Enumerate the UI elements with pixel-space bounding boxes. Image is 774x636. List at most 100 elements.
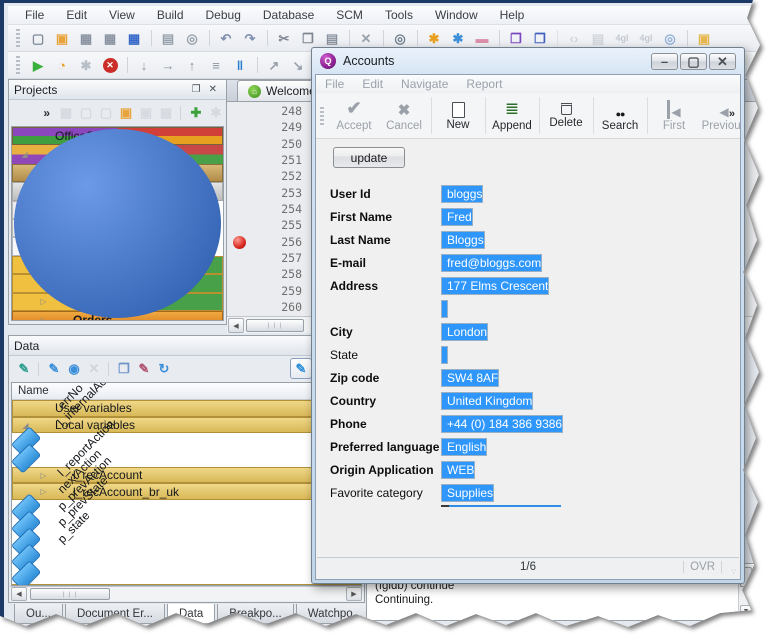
maximize-button[interactable]: ▢	[680, 53, 707, 70]
scroll-left-icon[interactable]: ◀	[228, 318, 244, 333]
redo-icon[interactable]: ↷	[239, 27, 261, 49]
origin-application-field[interactable]: WEB ▼	[441, 461, 475, 479]
step-out-icon[interactable]: ↑	[181, 54, 203, 76]
dialog-toolbar-button[interactable]: First	[649, 93, 699, 138]
scroll-down-icon[interactable]: ▼	[740, 605, 752, 618]
dialog-toolbar-button[interactable]: New	[433, 93, 483, 138]
clean-icon[interactable]: ▬	[471, 27, 493, 49]
resize-grip-icon[interactable]: ∵	[732, 568, 737, 576]
editor-line[interactable]: 248	[227, 104, 311, 120]
address2-field[interactable]: ▼	[441, 300, 448, 318]
print-preview-icon[interactable]: ◎	[181, 27, 203, 49]
editor-line[interactable]: 249	[227, 120, 311, 136]
last-name-field[interactable]: Bloggs ▼	[441, 231, 485, 249]
format-hex-icon[interactable]: ✎	[14, 359, 34, 379]
menu-item[interactable]: File	[14, 6, 55, 25]
application-node-icon[interactable]: ✱	[206, 103, 226, 123]
bottom-tab[interactable]: Ou...	[14, 604, 63, 624]
jump-back-icon[interactable]: ↘	[287, 54, 309, 76]
workspace-folder-icon[interactable]: ▣	[693, 27, 715, 49]
breakpoint-icon[interactable]	[233, 236, 246, 249]
link-files-icon[interactable]: ▦	[56, 103, 76, 123]
email-field[interactable]: fred@bloggs.com ▼	[441, 254, 542, 272]
profile-icon[interactable]: ◔	[51, 54, 73, 76]
menu-item[interactable]: Debug	[195, 6, 252, 25]
editor-line[interactable]: 259	[227, 284, 311, 300]
menu-item[interactable]: Build	[146, 6, 195, 25]
new-module-icon[interactable]: ❐	[505, 27, 527, 49]
menu-item[interactable]: Edit	[55, 6, 98, 25]
find-in-files-icon[interactable]: ◎	[389, 27, 411, 49]
dialog-toolbar-button[interactable]: Delete	[541, 93, 591, 138]
float-panel-icon[interactable]: ❐	[188, 84, 205, 95]
editor-line[interactable]: 253	[227, 186, 311, 202]
toolbar-grip[interactable]	[320, 107, 324, 125]
edit-variable-button[interactable]: ✎	[290, 358, 312, 379]
paste-icon[interactable]: ▤	[321, 27, 343, 49]
tree-item[interactable]: Account.4prg	[12, 237, 56, 255]
dialog-toolbar-button[interactable]: Cancel	[379, 93, 429, 138]
state-field[interactable]: ▼	[441, 346, 448, 364]
new-virtual-folder-icon[interactable]: ▢	[96, 103, 116, 123]
scrollbar-thumb[interactable]: ❘❘❘	[30, 588, 110, 600]
country-select[interactable]: United Kingdom ▼	[441, 392, 533, 410]
editor-line[interactable]: 250	[227, 137, 311, 153]
undo-icon[interactable]: ↶	[215, 27, 237, 49]
run-icon[interactable]: ▶	[27, 54, 49, 76]
link-4gl-icon[interactable]: 4gl	[635, 27, 657, 49]
expander-icon[interactable]: ▷	[37, 297, 50, 306]
dialog-toolbar-button[interactable]: Search	[595, 93, 645, 138]
open-icon[interactable]: ▣	[51, 27, 73, 49]
add-watch-icon[interactable]: ✎	[44, 359, 64, 379]
dialog-toolbar-button[interactable]: Append	[487, 93, 537, 138]
zip-code-field[interactable]: SW4 8AF ▼	[441, 369, 499, 387]
save-all-icon[interactable]: ▦	[123, 27, 145, 49]
editor-line[interactable]: 258	[227, 267, 311, 283]
favorite-category-select[interactable]: Supplies ▼	[441, 484, 494, 502]
expander-icon[interactable]: ◢	[18, 150, 31, 159]
editor-line[interactable]: 255	[227, 218, 311, 234]
menu-item[interactable]: SCM	[325, 6, 374, 25]
preferred-language-field[interactable]: English ▼	[441, 438, 487, 456]
scroll-left-icon[interactable]: ◀	[11, 587, 27, 601]
doc-generate-icon[interactable]: ▤	[587, 27, 609, 49]
user-id-field[interactable]: bloggs ▼	[441, 185, 483, 203]
copy-value-icon[interactable]: ❐	[114, 359, 134, 379]
close-panel-icon[interactable]: ✕	[205, 84, 221, 95]
overflow-chevron-icon[interactable]: »	[729, 108, 735, 120]
add-global-watch-icon[interactable]: ◉	[64, 359, 84, 379]
editor-line[interactable]: 256	[227, 235, 311, 251]
editor-line[interactable]: 252	[227, 169, 311, 185]
debug-bug-icon[interactable]: ✱	[75, 54, 97, 76]
form-preview-icon[interactable]: ◎	[659, 27, 681, 49]
address-field[interactable]: 177 Elms Crescent ▼	[441, 277, 549, 295]
scroll-right-icon[interactable]: ▶	[346, 587, 362, 601]
city-field[interactable]: London ▼	[441, 323, 488, 341]
run-to-line-icon[interactable]: ≡	[205, 54, 227, 76]
menu-item[interactable]: Window	[424, 6, 489, 25]
open-folder-icon[interactable]: ▣	[116, 103, 136, 123]
data-hscrollbar[interactable]: ◀ ❘❘❘ ▶	[10, 586, 363, 601]
new-group-icon[interactable]: ▢	[76, 103, 96, 123]
menu-item[interactable]: Tools	[374, 6, 424, 25]
copy-icon[interactable]: ❐	[297, 27, 319, 49]
open-module-icon[interactable]: ❐	[529, 27, 551, 49]
update-button[interactable]: update	[333, 147, 405, 168]
step-into-icon[interactable]: ↓	[133, 54, 155, 76]
editor-line[interactable]: 257	[227, 251, 311, 267]
editor-line[interactable]: 254	[227, 202, 311, 218]
step-over-icon[interactable]: →	[157, 54, 179, 76]
editor-line[interactable]: 260	[227, 300, 311, 316]
bottom-tab[interactable]: Data	[167, 604, 215, 624]
expander-icon[interactable]: ▷	[37, 316, 50, 321]
code-format-icon[interactable]: ‹›	[563, 27, 585, 49]
bottom-tab[interactable]: Watchpo...	[296, 604, 375, 624]
save-as-icon[interactable]: ▦	[99, 27, 121, 49]
delete-watch-icon[interactable]: ✕	[84, 359, 104, 379]
close-button[interactable]: ✕	[709, 53, 736, 70]
delete-icon[interactable]: ✕	[355, 27, 377, 49]
refresh-icon[interactable]: ↻	[154, 359, 174, 379]
print-icon[interactable]: ▤	[157, 27, 179, 49]
dialog-title-bar[interactable]: Q Accounts –▢✕	[312, 48, 744, 74]
add-file-icon[interactable]: ✚	[186, 103, 206, 123]
